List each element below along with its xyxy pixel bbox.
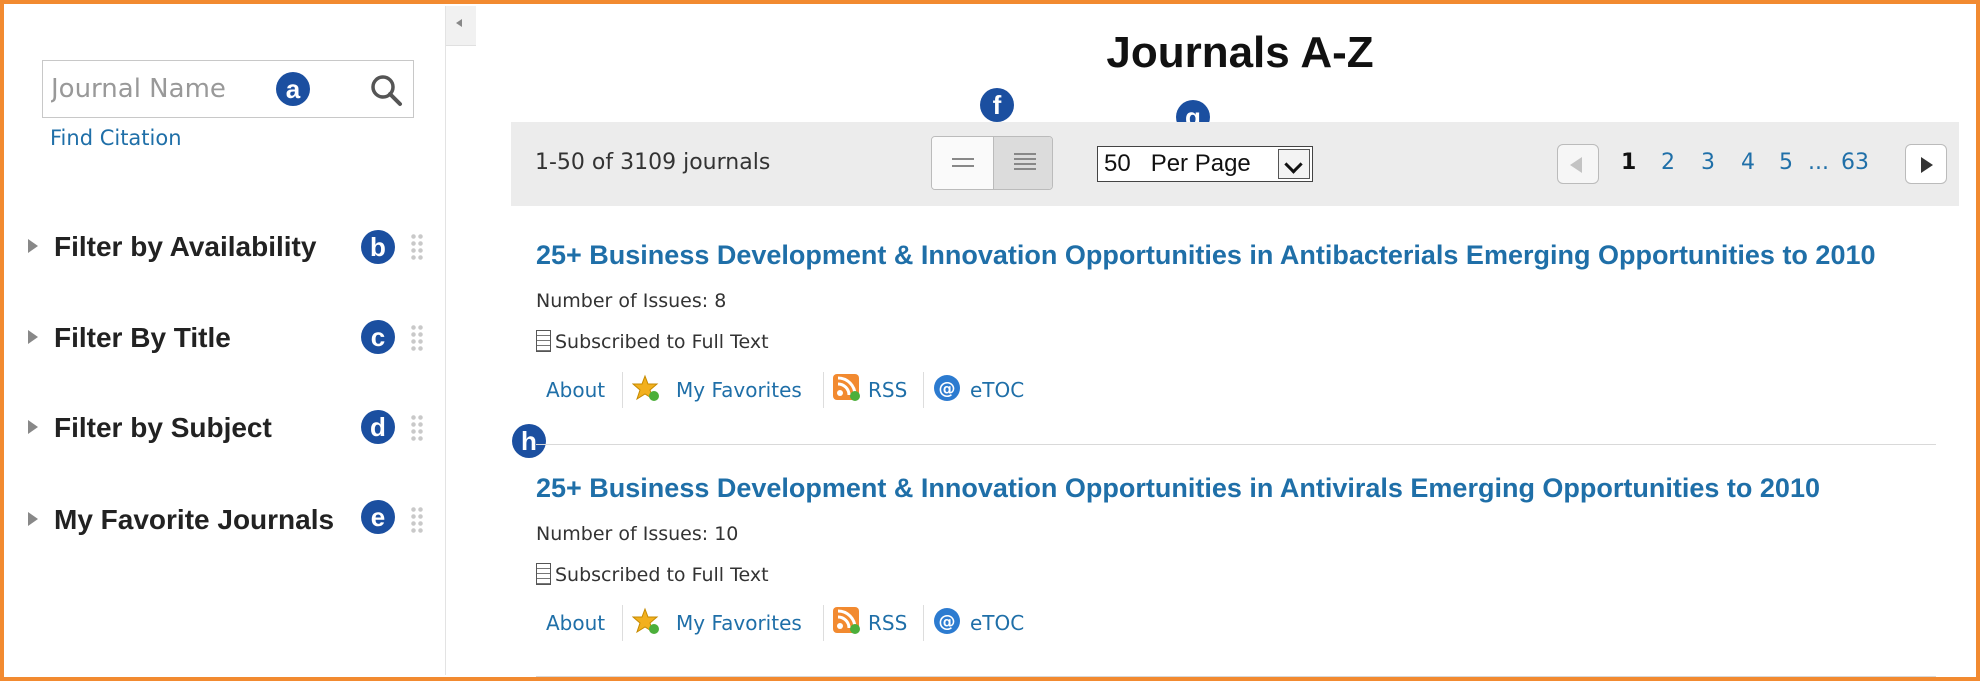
subscription-status: Subscribed to Full Text <box>536 563 769 586</box>
callout-marker-f: f <box>980 88 1014 122</box>
etoc-at-icon[interactable]: @ <box>933 374 961 402</box>
callout-marker-c: c <box>361 320 395 354</box>
etoc-link[interactable]: eTOC <box>970 611 1024 635</box>
page-link-2[interactable]: 2 <box>1661 150 1675 175</box>
callout-marker-b: b <box>361 230 395 264</box>
per-page-value: 50 Per Page <box>1104 150 1251 177</box>
page-link-3[interactable]: 3 <box>1701 150 1715 175</box>
journal-title-link[interactable]: 25+ Business Development & Innovation Op… <box>536 473 1820 504</box>
star-favorites-icon[interactable] <box>632 607 660 635</box>
my-favorites-link[interactable]: My Favorites <box>676 611 802 635</box>
svg-text:@: @ <box>939 379 956 399</box>
drag-handle-icon[interactable] <box>410 233 424 261</box>
detailed-view-icon-line <box>1014 168 1036 170</box>
expand-arrow-icon <box>28 330 38 344</box>
document-icon <box>536 330 551 352</box>
page-link-1[interactable]: 1 <box>1621 150 1636 175</box>
results-toolbar: 1-50 of 3109 journals 50 Per Page 1 2 3 … <box>511 122 1959 206</box>
detailed-view-icon <box>1014 153 1036 155</box>
next-page-button[interactable] <box>1905 144 1947 184</box>
per-page-select[interactable]: 50 Per Page <box>1097 146 1313 182</box>
separator <box>622 372 623 408</box>
page-link-5[interactable]: 5 <box>1779 150 1793 175</box>
filter-label: My Favorite Journals <box>54 504 335 535</box>
journal-divider <box>536 676 1936 677</box>
drag-handle-icon[interactable] <box>410 506 424 534</box>
drag-handle-icon[interactable] <box>410 324 424 352</box>
about-link[interactable]: About <box>546 611 605 635</box>
search-icon[interactable] <box>369 73 403 107</box>
separator <box>622 605 623 641</box>
filter-label: Filter By Title <box>54 322 231 353</box>
result-count: 1-50 of 3109 journals <box>535 150 771 175</box>
detailed-view-icon-line <box>1014 158 1036 160</box>
separator <box>823 605 824 641</box>
journal-title-link[interactable]: 25+ Business Development & Innovation Op… <box>536 240 1876 271</box>
separator <box>923 605 924 641</box>
callout-marker-h: h <box>512 424 546 458</box>
svg-text:@: @ <box>939 612 956 632</box>
detailed-view-icon-line <box>1014 163 1036 165</box>
find-citation-link[interactable]: Find Citation <box>50 126 182 150</box>
separator <box>923 372 924 408</box>
expand-arrow-icon <box>28 420 38 434</box>
subscription-label: Subscribed to Full Text <box>555 564 769 586</box>
page-link-4[interactable]: 4 <box>1741 150 1755 175</box>
page-link-63[interactable]: 63 <box>1841 150 1869 175</box>
callout-marker-d: d <box>361 410 395 444</box>
rss-link[interactable]: RSS <box>868 378 907 402</box>
previous-page-button[interactable] <box>1557 144 1599 184</box>
issue-count: Number of Issues: 8 <box>536 290 727 312</box>
brief-view-icon-line <box>952 165 974 167</box>
collapse-arrow-icon <box>456 19 462 27</box>
detailed-view-button[interactable] <box>993 137 1052 189</box>
drag-handle-icon[interactable] <box>410 414 424 442</box>
rss-icon[interactable] <box>833 374 861 402</box>
page-ellipsis: ... <box>1808 150 1829 175</box>
subscription-status: Subscribed to Full Text <box>536 330 769 353</box>
etoc-link[interactable]: eTOC <box>970 378 1024 402</box>
callout-marker-e: e <box>361 500 395 534</box>
journal-divider <box>536 444 1936 445</box>
page-title: Journals A-Z <box>1106 28 1374 77</box>
expand-arrow-icon <box>28 512 38 526</box>
my-favorites-link[interactable]: My Favorites <box>676 378 802 402</box>
document-icon <box>536 563 551 585</box>
view-toggle <box>931 136 1053 190</box>
subscription-label: Subscribed to Full Text <box>555 331 769 353</box>
chevron-down-icon[interactable] <box>1278 149 1310 179</box>
issue-count: Number of Issues: 10 <box>536 523 739 545</box>
star-favorites-icon[interactable] <box>632 374 660 402</box>
about-link[interactable]: About <box>546 378 605 402</box>
filter-label: Filter by Subject <box>54 412 272 443</box>
brief-view-icon <box>952 158 974 160</box>
brief-view-button[interactable] <box>932 137 993 189</box>
filter-label: Filter by Availability <box>54 231 317 262</box>
rss-icon[interactable] <box>833 607 861 635</box>
etoc-at-icon[interactable]: @ <box>933 607 961 635</box>
separator <box>823 372 824 408</box>
expand-arrow-icon <box>28 239 38 253</box>
rss-link[interactable]: RSS <box>868 611 907 635</box>
